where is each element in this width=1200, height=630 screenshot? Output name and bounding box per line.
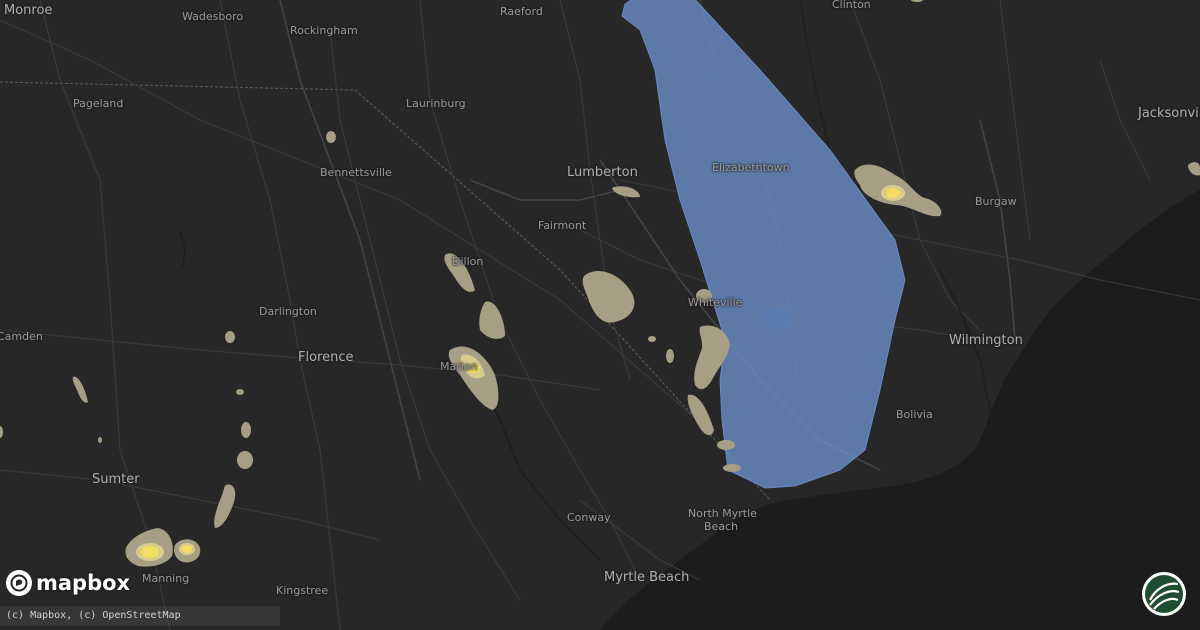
major-roads [279,0,1016,481]
basemap [0,0,1200,630]
ocean [600,190,1200,630]
mapbox-logo-text: mapbox [36,571,131,595]
site-badge-icon [1140,570,1188,618]
mapbox-logo[interactable]: mapbox [6,570,130,596]
attribution[interactable]: (c) Mapbox, (c) OpenStreetMap [0,606,280,626]
state-border [0,81,771,501]
alert-polygon[interactable] [621,0,906,489]
mapbox-logo-icon [6,570,32,596]
map-canvas[interactable]: Monroe Wadesboro Raeford Clinton Rocking… [0,0,1200,630]
